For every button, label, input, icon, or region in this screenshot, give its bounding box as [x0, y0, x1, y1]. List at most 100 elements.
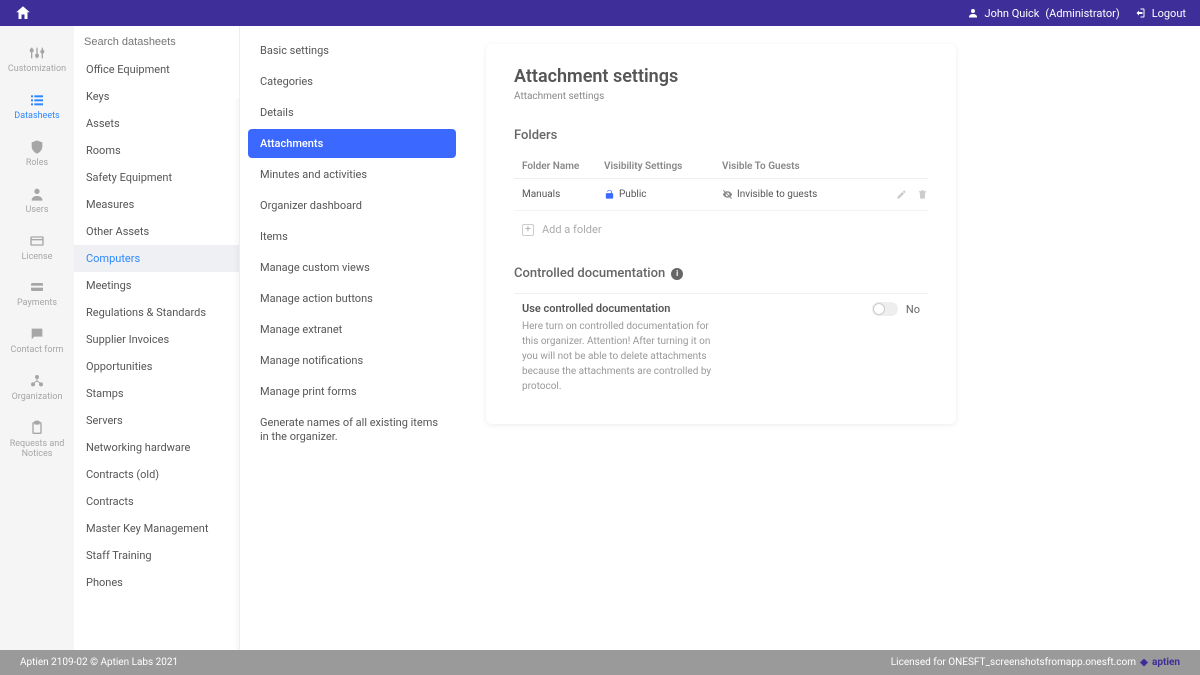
- rail-label: Contact form: [11, 346, 64, 356]
- sliders-icon: [27, 44, 47, 62]
- page-title: Attachment settings: [514, 66, 928, 87]
- delete-icon[interactable]: [917, 189, 928, 200]
- edit-icon[interactable]: [896, 189, 907, 200]
- rail-item-users[interactable]: Users: [26, 185, 49, 216]
- settings-item[interactable]: Generate names of all existing items in …: [248, 408, 456, 453]
- table-row[interactable]: Manuals Public Invisible to guests: [514, 179, 928, 211]
- settings-item[interactable]: Manage print forms: [248, 377, 456, 406]
- home-icon: [14, 4, 32, 22]
- rail-item-organization[interactable]: Organization: [12, 372, 63, 403]
- cell-folder-name: Manuals: [514, 189, 604, 200]
- plus-icon: +: [522, 224, 534, 236]
- user-icon: [967, 7, 979, 19]
- datasheet-item[interactable]: Measures: [74, 191, 239, 218]
- add-folder-label: Add a folder: [542, 223, 602, 236]
- settings-item[interactable]: Minutes and activities: [248, 160, 456, 189]
- settings-item[interactable]: Manage custom views: [248, 253, 456, 282]
- shield-icon: [27, 138, 47, 156]
- folders-heading: Folders: [514, 128, 928, 143]
- toggle-desc: Here turn on controlled documentation fo…: [522, 319, 722, 394]
- user-role: (Administrator): [1045, 7, 1119, 20]
- datasheet-item[interactable]: Master Key Management: [74, 515, 239, 542]
- datasheet-item[interactable]: Phones: [74, 569, 239, 596]
- chat-icon: [27, 325, 47, 343]
- datasheets-list: Office EquipmentKeysAssetsRoomsSafety Eq…: [74, 56, 239, 650]
- rail-label: Requests and Notices: [0, 440, 74, 460]
- row-actions: [896, 189, 928, 200]
- controlled-toggle[interactable]: [872, 302, 898, 316]
- rail-label: Customization: [8, 65, 66, 75]
- add-folder-button[interactable]: + Add a folder: [514, 211, 928, 248]
- datasheet-item[interactable]: Staff Training: [74, 542, 239, 569]
- rail-item-contact-form[interactable]: Contact form: [11, 325, 64, 356]
- datasheet-item[interactable]: Safety Equipment: [74, 164, 239, 191]
- datasheet-item[interactable]: Stamps: [74, 380, 239, 407]
- settings-item[interactable]: Attachments: [248, 129, 456, 158]
- rail-label: Users: [26, 206, 49, 216]
- datasheet-item[interactable]: Computers: [74, 245, 239, 272]
- datasheet-item[interactable]: Office Equipment: [74, 56, 239, 83]
- datasheet-item[interactable]: Supplier Invoices: [74, 326, 239, 353]
- rail-label: Roles: [26, 159, 48, 169]
- datasheet-item[interactable]: Rooms: [74, 137, 239, 164]
- page-subtitle: Attachment settings: [514, 91, 928, 102]
- rail-label: Datasheets: [14, 112, 59, 122]
- datasheet-item[interactable]: Contracts: [74, 488, 239, 515]
- settings-item[interactable]: Organizer dashboard: [248, 191, 456, 220]
- rail-item-customization[interactable]: Customization: [8, 44, 66, 75]
- user-menu[interactable]: John Quick (Administrator): [967, 7, 1120, 20]
- iconrail: Customization Datasheets Roles Users License…: [0, 26, 74, 650]
- datasheet-item[interactable]: Meetings: [74, 272, 239, 299]
- settings-item[interactable]: Basic settings: [248, 36, 456, 65]
- rail-item-license[interactable]: License: [22, 232, 53, 263]
- footer: Aptien 2109-02 © Aptien Labs 2021 Licens…: [0, 650, 1200, 675]
- logout-label: Logout: [1152, 7, 1186, 20]
- table-header: Folder Name Visibility Settings Visible …: [514, 155, 928, 179]
- unlock-icon: [604, 189, 615, 200]
- home-button[interactable]: [14, 4, 32, 22]
- search-input[interactable]: [84, 36, 229, 48]
- brand-icon: [1140, 659, 1148, 667]
- settings-item[interactable]: Manage extranet: [248, 315, 456, 344]
- col-visibility: Visibility Settings: [604, 161, 722, 172]
- rail-item-payments[interactable]: Payments: [17, 278, 57, 309]
- org-icon: [27, 372, 47, 390]
- col-guests: Visible To Guests: [722, 161, 928, 172]
- rail-label: Payments: [17, 299, 57, 309]
- folders-table: Folder Name Visibility Settings Visible …: [514, 155, 928, 211]
- footer-left: Aptien 2109-02 © Aptien Labs 2021: [20, 657, 178, 668]
- settings-item[interactable]: Details: [248, 98, 456, 127]
- logout-button[interactable]: Logout: [1134, 7, 1186, 20]
- layout: Customization Datasheets Roles Users License…: [0, 26, 1200, 650]
- info-icon[interactable]: i: [671, 268, 683, 280]
- datasheet-item[interactable]: Networking hardware: [74, 434, 239, 461]
- settings-card: Attachment settings Attachment settings …: [486, 44, 956, 424]
- footer-right: Licensed for ONESFT_screenshotsfromapp.o…: [891, 657, 1180, 668]
- datasheet-item[interactable]: Keys: [74, 83, 239, 110]
- clipboard-icon: [27, 419, 47, 437]
- col-folder-name: Folder Name: [514, 161, 604, 172]
- rail-item-requests-and-notices[interactable]: Requests and Notices: [0, 419, 74, 460]
- rail-item-datasheets[interactable]: Datasheets: [14, 91, 59, 122]
- cell-visibility: Public: [604, 189, 722, 200]
- toggle-label: Use controlled documentation: [522, 302, 852, 315]
- controlled-heading: Controlled documentation i: [514, 266, 928, 281]
- logout-icon: [1134, 7, 1146, 19]
- datasheet-item[interactable]: Assets: [74, 110, 239, 137]
- datasheet-item[interactable]: Other Assets: [74, 218, 239, 245]
- user-name: John Quick: [985, 7, 1040, 20]
- topbar: John Quick (Administrator) Logout: [0, 0, 1200, 26]
- settings-item[interactable]: Manage action buttons: [248, 284, 456, 313]
- settings-item[interactable]: Items: [248, 222, 456, 251]
- datasheets-panel: Office EquipmentKeysAssetsRoomsSafety Eq…: [74, 26, 240, 650]
- datasheet-item[interactable]: Contracts (old): [74, 461, 239, 488]
- datasheet-item[interactable]: Servers: [74, 407, 239, 434]
- datasheet-item[interactable]: Regulations & Standards: [74, 299, 239, 326]
- settings-item[interactable]: Manage notifications: [248, 346, 456, 375]
- search-container: [74, 26, 239, 56]
- card-icon: [27, 232, 47, 250]
- rail-item-roles[interactable]: Roles: [26, 138, 48, 169]
- datasheet-item[interactable]: Opportunities: [74, 353, 239, 380]
- eye-off-icon: [722, 189, 733, 200]
- settings-item[interactable]: Categories: [248, 67, 456, 96]
